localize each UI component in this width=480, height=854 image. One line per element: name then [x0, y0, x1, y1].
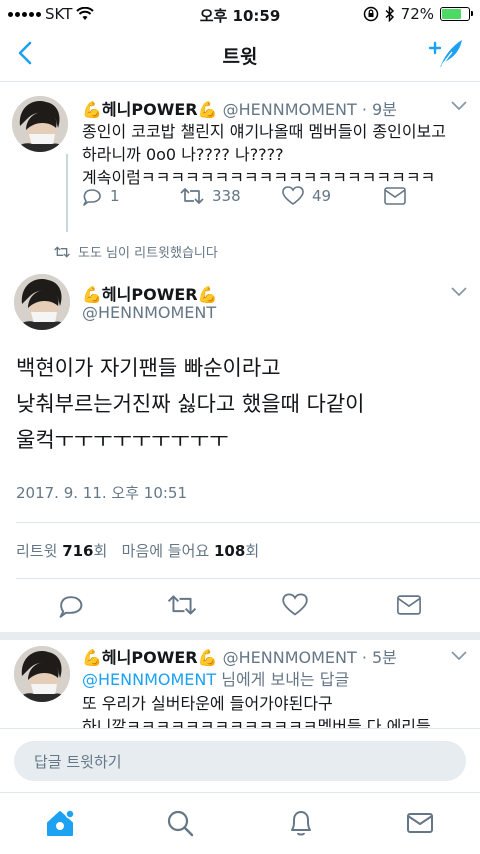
avatar-photo — [12, 96, 68, 152]
reply-input[interactable]: 답글 트윗하기 — [14, 741, 466, 781]
flexed-biceps-icon: 💪 — [197, 100, 218, 119]
reply-count: 1 — [110, 187, 120, 205]
retweet-count: 338 — [212, 187, 241, 205]
bluetooth-icon — [385, 6, 394, 22]
tweet-author-line: 💪헤니POWER💪 @HENNMOMENT · 5분 — [82, 644, 397, 668]
reply-icon[interactable] — [58, 592, 84, 618]
envelope-icon — [384, 187, 406, 205]
compose-tweet-icon[interactable] — [428, 36, 464, 72]
like-button[interactable]: 49 — [282, 186, 331, 206]
heart-icon — [282, 186, 304, 205]
author-handle: @HENNMOMENT — [82, 303, 216, 322]
author-handle-text: @HENNMOMENT — [82, 303, 217, 322]
section-divider — [0, 632, 480, 640]
avatar-photo — [14, 274, 70, 330]
navbar: 트윗 — [0, 28, 480, 82]
retweets-unit: 회 — [93, 542, 108, 560]
author-handle-time: @HENNMOMENT · 5분 — [222, 648, 397, 667]
likes-unit: 회 — [245, 542, 260, 560]
flexed-biceps-icon: 💪 — [197, 648, 218, 667]
tweet-line: 또 우리가 실버타운에 들어가야된다구 — [82, 694, 333, 713]
flexed-biceps-icon: 💪 — [197, 285, 218, 304]
retweet-button[interactable]: 338 — [180, 187, 241, 205]
flexed-biceps-icon: 💪 — [82, 100, 102, 119]
reply-to-mention[interactable]: @HENNMOMENT — [82, 670, 216, 689]
reply-to-suffix: 님에게 보내는 답글 — [216, 670, 350, 689]
likes-label: 마음에 들어요 — [121, 542, 210, 560]
reply-bar: 답글 트윗하기 — [0, 728, 480, 792]
author-handle-time: @HENNMOMENT · 9분 — [222, 100, 397, 119]
author-name[interactable]: 헤니POWER — [102, 648, 198, 667]
likes-stat[interactable]: 마음에 들어요 108회 — [122, 542, 259, 560]
replying-to: @HENNMOMENT 님에게 보내는 답글 — [82, 668, 349, 691]
envelope-icon[interactable] — [396, 595, 422, 615]
tweet-timestamp: 2017. 9. 11. 오후 10:51 — [16, 484, 188, 502]
tweet-line: 울컥ㅜㅜㅜㅜㅜㅜㅜㅜㅜ — [16, 428, 229, 452]
tweet-line: 백현이가 자기팬들 빠순이라고 — [16, 356, 281, 380]
like-count: 49 — [312, 187, 332, 205]
status-bar-right: 72% — [363, 5, 473, 23]
retweet-context: 도도 님이 리트윗했습니다 — [54, 242, 218, 261]
page-title: 트윗 — [222, 46, 258, 68]
tweet-line: 계속이럼ㅋㅋㅋㅋㅋㅋㅋㅋㅋㅋㅋㅋㅋㅋㅋㅋㅋㅋㅋㅋ — [82, 168, 436, 187]
main-tweet-text: 백현이가 자기팬들 빠순이라고 낮춰부르는거진짜 싫다고 했을때 다같이 울컥ㅜ… — [16, 350, 476, 458]
tweet-stats: 리트윗 716회 마음에 들어요 108회 — [16, 540, 259, 561]
tweet-text: 종인이 코코밥 챌린지 얘기나올때 멤버들이 종인이보고 하라니까 0o0 나?… — [82, 120, 470, 189]
messages-envelope-icon[interactable] — [404, 807, 436, 839]
likes-count: 108 — [214, 542, 246, 560]
battery-percent: 72% — [400, 5, 434, 23]
search-icon[interactable] — [164, 807, 196, 839]
retweet-icon — [180, 188, 204, 204]
tweet-text: 또 우리가 실버타운에 들어가야된다구 하니깔ㅋㅋㅋㅋㅋㅋㅋㅋㅋㅋㅋㅋㅋ멤버들 … — [82, 692, 474, 728]
flexed-biceps-icon: 💪 — [82, 285, 102, 304]
retweets-count: 716 — [62, 542, 94, 560]
rotation-lock-icon — [363, 6, 378, 22]
reply-icon — [83, 189, 101, 206]
tweet-author-name-line[interactable]: 💪헤니POWER💪 — [82, 281, 218, 305]
chevron-down-icon[interactable] — [450, 286, 468, 298]
retweet-small-icon — [54, 245, 70, 258]
divider — [16, 578, 480, 579]
avatar[interactable] — [14, 646, 70, 702]
notifications-bell-icon[interactable] — [285, 807, 317, 839]
status-bar: SKT 오후 10:59 72% — [0, 0, 480, 28]
avatar[interactable] — [14, 274, 70, 330]
author-name[interactable]: 헤니POWER — [102, 285, 198, 304]
tweet-line: 하니깔ㅋㅋㅋㅋㅋㅋㅋㅋㅋㅋㅋㅋㅋ멤버들 다 에리들 — [82, 717, 431, 728]
avatar-photo — [14, 646, 70, 702]
retweets-stat[interactable]: 리트윗 716회 — [16, 542, 112, 560]
avatar[interactable] — [12, 96, 68, 152]
dm-button[interactable] — [384, 187, 406, 205]
retweet-context-label[interactable]: 도도 님이 리트윗했습니다 — [78, 242, 218, 261]
flexed-biceps-icon: 💪 — [82, 648, 102, 667]
tweet-line: 종인이 코코밥 챌린지 얘기나올때 멤버들이 종인이보고 — [82, 122, 446, 141]
battery-icon — [440, 7, 473, 21]
tweet-line: 하라니까 0o0 나???? 나???? — [82, 145, 284, 164]
home-icon[interactable] — [44, 807, 76, 839]
heart-icon[interactable] — [282, 593, 308, 617]
chevron-down-icon[interactable] — [450, 100, 468, 112]
tab-bar — [0, 792, 480, 854]
divider — [16, 522, 480, 523]
tweet-author-line: 💪헤니POWER💪 @HENNMOMENT · 9분 — [82, 96, 397, 120]
tweet-line: 낮춰부르는거진짜 싫다고 했을때 다같이 — [16, 392, 365, 416]
battery-fill — [442, 9, 461, 19]
chevron-down-icon[interactable] — [450, 650, 468, 662]
reply-button[interactable]: 1 — [82, 186, 120, 206]
retweet-icon[interactable] — [167, 594, 197, 616]
retweets-label: 리트윗 — [16, 542, 58, 560]
author-name[interactable]: 헤니POWER — [102, 100, 198, 119]
thread-connector — [66, 154, 68, 232]
